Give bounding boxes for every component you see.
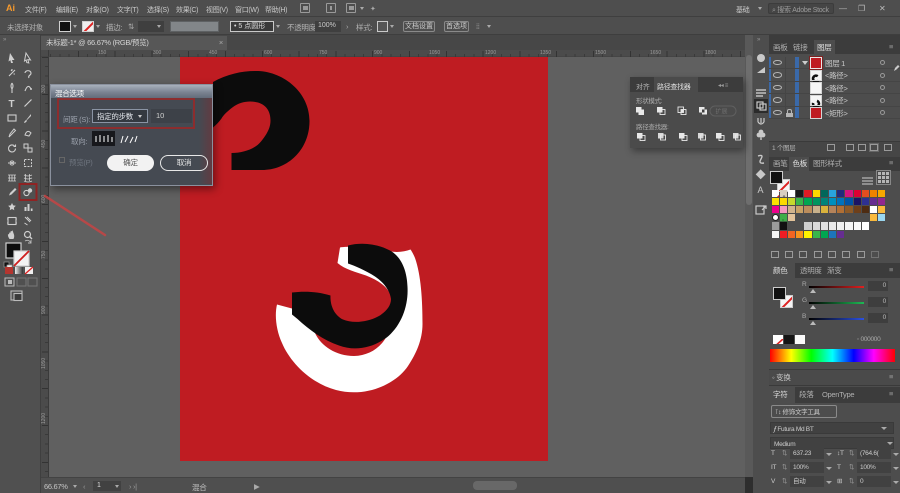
- svg-text:A: A: [758, 185, 764, 195]
- svg-text:»: »: [757, 37, 761, 43]
- svg-text:»: »: [3, 37, 7, 43]
- svg-text:扩展: 扩展: [716, 108, 728, 116]
- svg-text:T: T: [9, 99, 15, 110]
